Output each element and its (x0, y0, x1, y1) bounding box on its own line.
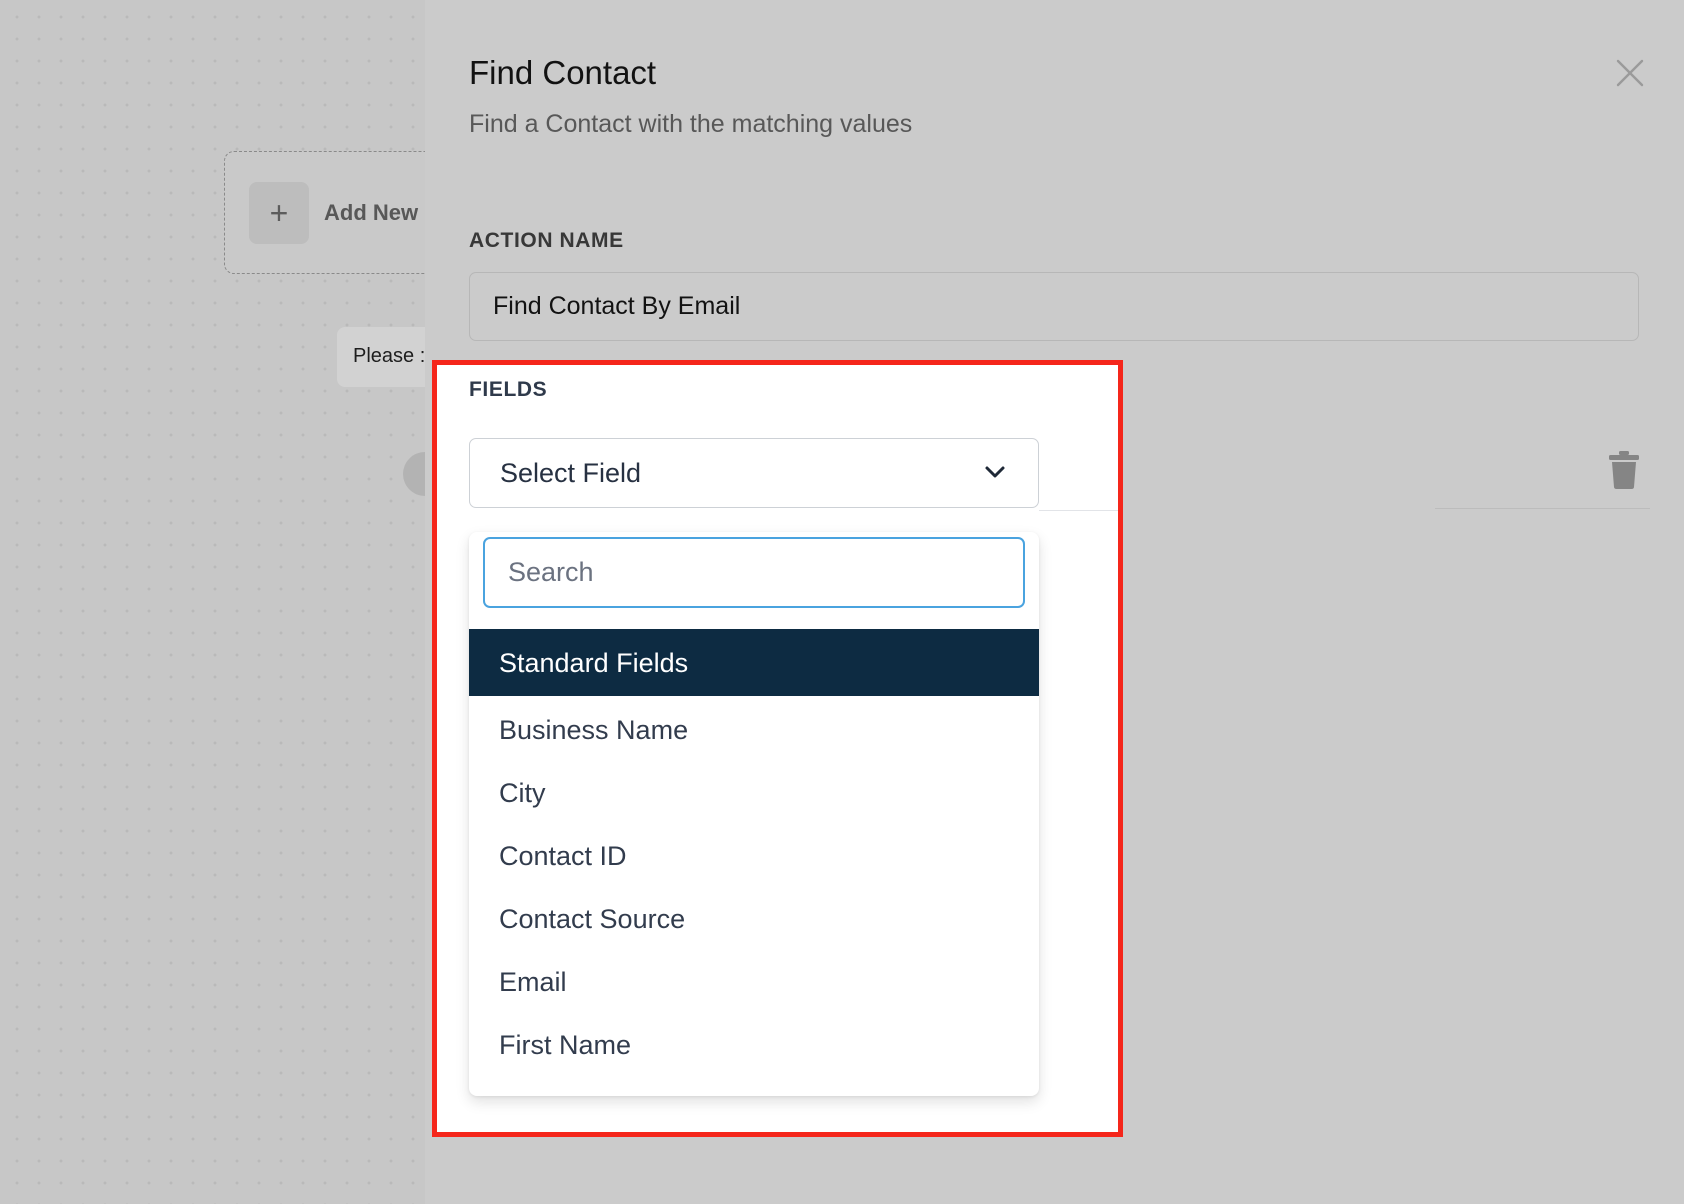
action-name-label: ACTION NAME (469, 229, 624, 252)
option-first-name[interactable]: First Name (469, 1011, 1039, 1078)
select-field-value: Select Field (500, 458, 642, 488)
select-field-dropdown[interactable]: Select Field (469, 438, 1039, 508)
option-email[interactable]: Email (469, 948, 1039, 1015)
field-options-menu: Standard Fields Business Name City Conta… (469, 532, 1039, 1096)
chevron-down-icon (984, 464, 1006, 480)
option-city[interactable]: City (469, 759, 1039, 826)
fields-highlight: FIELDS Select Field Standard Fields Busi… (432, 360, 1123, 1137)
workflow-canvas: + Add New Please : (0, 0, 425, 1204)
option-contact-source[interactable]: Contact Source (469, 885, 1039, 952)
canvas-node-dot (403, 452, 425, 496)
add-new-card[interactable]: + Add New (224, 151, 425, 274)
drawer-subtitle: Find a Contact with the matching values (469, 110, 913, 138)
field-row-divider (1435, 508, 1650, 509)
hint-bubble: Please : (337, 327, 425, 387)
action-name-input[interactable] (469, 272, 1639, 341)
option-contact-id[interactable]: Contact ID (469, 822, 1039, 889)
group-header-standard-fields: Standard Fields (469, 629, 1039, 696)
field-search-input[interactable] (483, 537, 1025, 608)
add-new-label: Add New (324, 200, 419, 225)
option-business-name[interactable]: Business Name (469, 696, 1039, 763)
plus-icon[interactable]: + (249, 182, 309, 244)
drawer-title: Find Contact (469, 54, 657, 91)
fields-label: FIELDS (469, 378, 548, 401)
trash-icon[interactable] (1608, 451, 1640, 489)
app-root: + Add New Please : Find Contact Find a C… (0, 0, 1684, 1204)
close-icon[interactable] (1615, 58, 1645, 88)
field-row-divider-inner (1039, 510, 1118, 511)
hint-text: Please : (353, 345, 425, 367)
